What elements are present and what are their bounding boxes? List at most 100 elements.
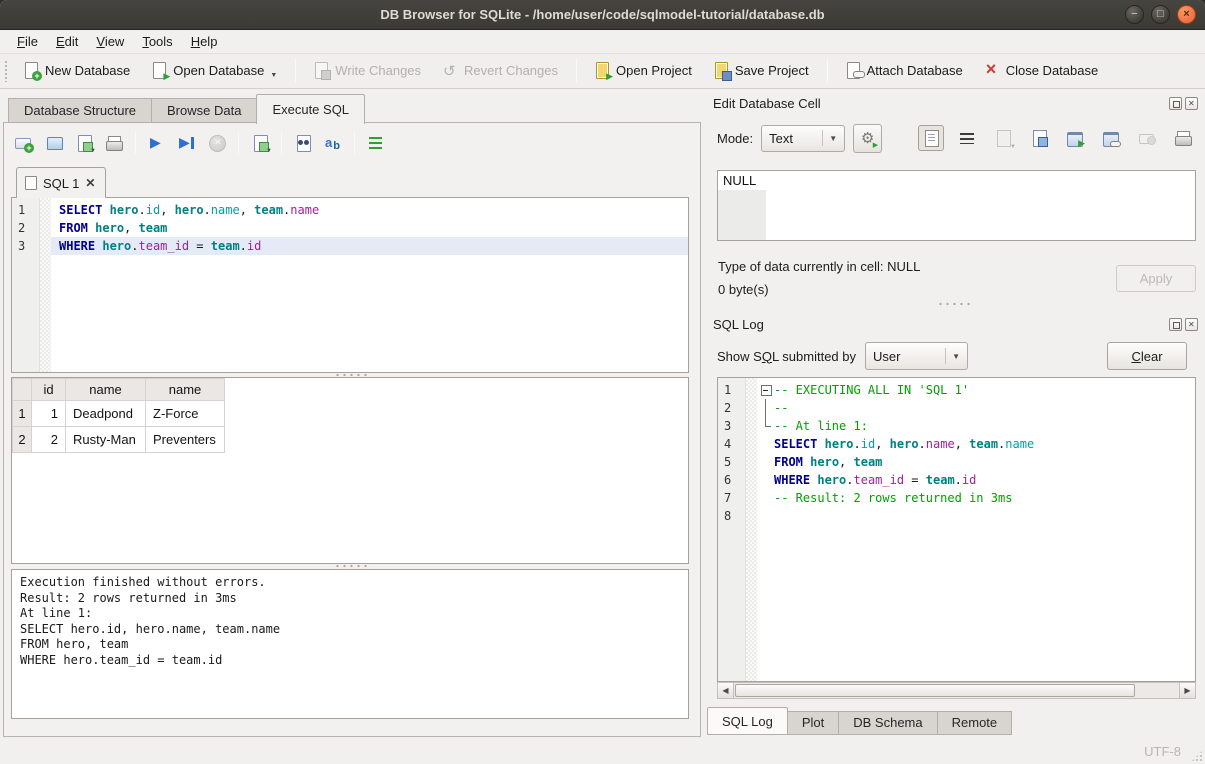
code-line: 5FROM hero, team <box>718 453 1195 471</box>
dock-tab-db-schema[interactable]: DB Schema <box>838 711 936 735</box>
dock-tab-sql-log[interactable]: SQL Log <box>707 707 788 735</box>
fold-margin <box>760 435 774 453</box>
menu-help[interactable]: Help <box>182 32 227 51</box>
save-as-button[interactable] <box>1026 125 1052 151</box>
column-header-name[interactable]: name <box>146 379 225 401</box>
open-database-button[interactable]: Open Database▼ <box>143 57 286 85</box>
execute-current-line-button[interactable] <box>175 131 199 155</box>
auto-switch-mode-button[interactable]: ⚙ <box>853 124 882 153</box>
close-database-button[interactable]: Close Database <box>976 57 1108 85</box>
cell[interactable]: 2 <box>32 427 66 453</box>
sql-log-view[interactable]: 1-- EXECUTING ALL IN 'SQL 1'2--3-- At li… <box>717 377 1196 682</box>
find-in-sql-button[interactable] <box>291 131 315 155</box>
column-header-name[interactable]: name <box>66 379 146 401</box>
mode-label: Mode: <box>717 131 753 146</box>
save-results-button[interactable]: ▼ <box>248 131 272 155</box>
close-button[interactable]: × <box>1177 5 1196 24</box>
code-line: 3WHERE hero.team_id = team.id <box>12 237 688 255</box>
mode-select[interactable]: Text ▼ <box>761 125 845 152</box>
sql-editor[interactable]: 1SELECT hero.id, hero.name, team.name2FR… <box>11 197 689 373</box>
close-dock-icon[interactable] <box>1185 318 1198 331</box>
scroll-left-icon[interactable]: ◀ <box>718 683 734 698</box>
results-grid[interactable]: idnamename11DeadpondZ-Force22Rusty-ManPr… <box>11 377 689 564</box>
print-cell-button[interactable] <box>1170 125 1196 151</box>
line-number: 2 <box>718 399 745 417</box>
sql-file-tab[interactable]: SQL 1 ✕ <box>16 167 106 198</box>
maximize-button[interactable]: □ <box>1151 5 1170 24</box>
line-number: 6 <box>718 471 745 489</box>
dock-tab-plot[interactable]: Plot <box>788 711 838 735</box>
export-data-icon <box>1066 129 1084 147</box>
column-header-id[interactable]: id <box>32 379 66 401</box>
cell[interactable]: Rusty-Man <box>66 427 146 453</box>
menu-view[interactable]: View <box>87 32 133 51</box>
sql-log-filter-row: Show SQL submitted by User ▼ Clear <box>717 341 1196 371</box>
print-sql-button[interactable] <box>102 131 126 155</box>
toggle-word-wrap-button[interactable] <box>364 131 388 155</box>
left-pane: Database StructureBrowse DataExecute SQL… <box>0 89 705 764</box>
fold-pipe-icon <box>760 399 774 417</box>
copy-link-button[interactable] <box>1098 125 1124 151</box>
dock-splitter[interactable] <box>705 302 1205 307</box>
menu-tools[interactable]: Tools <box>133 32 181 51</box>
open-sql-file-button[interactable] <box>42 131 66 155</box>
mode-value: Text <box>769 131 814 146</box>
toolbar-separator <box>238 132 239 154</box>
log-horizontal-scrollbar[interactable]: ◀ ▶ <box>717 682 1196 699</box>
cell[interactable]: Deadpond <box>66 401 146 427</box>
dock-tab-remote[interactable]: Remote <box>937 711 1013 735</box>
status-bar: UTF-8 <box>0 740 1205 764</box>
edit-cell-title: Edit Database Cell <box>713 96 821 111</box>
new-sql-tab-icon <box>15 134 33 152</box>
float-dock-icon[interactable] <box>1169 318 1182 331</box>
auto-format-icon <box>324 134 342 152</box>
tab-execute-sql[interactable]: Execute SQL <box>256 94 365 124</box>
cell[interactable]: 1 <box>32 401 66 427</box>
line-number: 8 <box>718 507 745 525</box>
open-project-icon <box>594 62 611 79</box>
save-sql-file-button[interactable]: ▼ <box>72 131 96 155</box>
minimize-button[interactable]: − <box>1125 5 1144 24</box>
open-project-button[interactable]: Open Project <box>586 57 701 85</box>
encoding-indicator[interactable]: UTF-8 <box>1144 744 1181 759</box>
resize-grip[interactable] <box>1191 750 1203 762</box>
new-sql-tab-button[interactable] <box>12 131 36 155</box>
main-tab-bar: Database StructureBrowse DataExecute SQL <box>8 93 365 123</box>
attach-database-button[interactable]: Attach Database <box>837 57 972 85</box>
log-filter-select[interactable]: User ▼ <box>865 342 968 370</box>
float-dock-icon[interactable] <box>1169 97 1182 110</box>
tab-browse-data[interactable]: Browse Data <box>151 98 256 123</box>
fold-corner-icon <box>760 417 774 435</box>
word-wrap-button[interactable] <box>954 125 980 151</box>
apply-button[interactable]: Apply <box>1116 265 1196 292</box>
close-sql-tab-icon[interactable]: ✕ <box>85 176 95 190</box>
scrollbar-thumb[interactable] <box>735 684 1135 697</box>
chevron-down-icon: ▼ <box>90 148 96 154</box>
clear-log-button[interactable]: Clear <box>1107 342 1187 370</box>
export-data-button[interactable] <box>1062 125 1088 151</box>
text-mode-button[interactable] <box>918 125 944 151</box>
new-database-button[interactable]: New Database <box>15 57 139 85</box>
open-sql-file-icon <box>45 134 63 152</box>
menu-edit[interactable]: Edit <box>47 32 87 51</box>
menu-file[interactable]: File <box>8 32 47 51</box>
status-line: At line 1: <box>20 606 680 622</box>
line-number: 2 <box>12 219 39 237</box>
status-line: FROM hero, team <box>20 637 680 653</box>
cell[interactable]: Z-Force <box>146 401 225 427</box>
save-project-button[interactable]: Save Project <box>705 57 818 85</box>
row-number: 2 <box>13 427 32 453</box>
tab-database-structure[interactable]: Database Structure <box>8 98 151 123</box>
execute-all-icon <box>148 134 166 152</box>
auto-format-button[interactable] <box>321 131 345 155</box>
execute-all-button[interactable] <box>145 131 169 155</box>
import-data-button: ▼ <box>990 125 1016 151</box>
dock-tab-bar: SQL LogPlotDB SchemaRemote <box>707 707 1012 735</box>
scroll-right-icon[interactable]: ▶ <box>1179 683 1195 698</box>
cell[interactable]: Preventers <box>146 427 225 453</box>
sql-log-title: SQL Log <box>713 317 764 332</box>
set-null-icon <box>1138 129 1156 147</box>
close-dock-icon[interactable] <box>1185 97 1198 110</box>
cell-editor[interactable]: NULL <box>717 170 1196 241</box>
toolbar-handle[interactable] <box>4 60 9 82</box>
